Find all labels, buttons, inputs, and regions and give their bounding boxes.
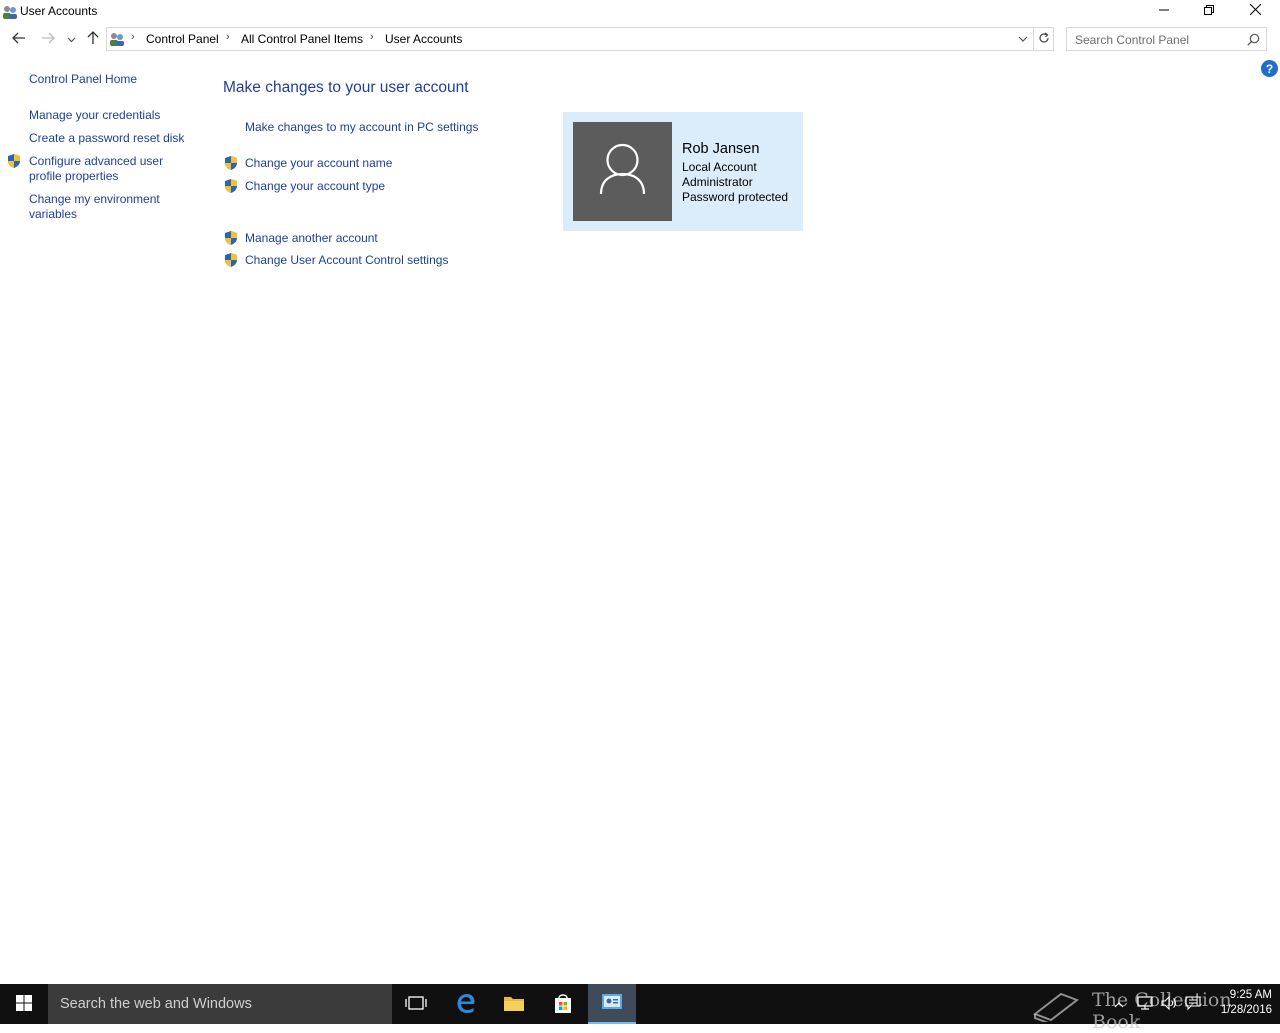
store-button[interactable]: [539, 984, 587, 1024]
manage-credentials-link[interactable]: Manage your credentials: [29, 108, 160, 123]
network-icon: [1137, 995, 1153, 1013]
windows-logo-icon: [16, 994, 32, 1014]
task-view-icon: [405, 995, 427, 1014]
taskbar-search-placeholder: Search the web and Windows: [60, 996, 252, 1012]
edge-button[interactable]: [442, 984, 490, 1024]
close-button[interactable]: [1232, 0, 1278, 22]
taskbar: Search the web and Windows The Collectio…: [0, 984, 1280, 1033]
window-title: User Accounts: [20, 4, 98, 18]
control-panel-icon: [109, 31, 127, 47]
help-icon[interactable]: ?: [1261, 60, 1278, 77]
search-placeholder: Search Control Panel: [1075, 33, 1190, 47]
navigation-bar: › Control Panel › All Control Panel Item…: [0, 26, 1280, 54]
account-type: Local Account: [682, 160, 757, 174]
restore-icon: [1204, 4, 1214, 18]
forward-arrow-icon: [41, 32, 55, 47]
clock-time: 9:25 AM: [1229, 989, 1272, 1001]
manage-another-account-link[interactable]: Manage another account: [245, 231, 378, 245]
refresh-button[interactable]: [1034, 27, 1054, 51]
title-bar: User Accounts: [0, 0, 1280, 24]
back-button[interactable]: [8, 28, 30, 50]
address-bar[interactable]: › Control Panel › All Control Panel Item…: [106, 27, 1034, 51]
minimize-icon: [1159, 4, 1169, 18]
address-dropdown-icon[interactable]: [1017, 33, 1029, 45]
back-arrow-icon: [12, 32, 26, 47]
account-name: Rob Jansen: [682, 141, 760, 157]
shield-icon: [223, 155, 239, 171]
breadcrumb-user-accounts[interactable]: User Accounts: [385, 32, 462, 46]
clock-date: 1/28/2016: [1220, 1004, 1272, 1016]
task-view-button[interactable]: [392, 984, 440, 1024]
forward-button[interactable]: [37, 28, 59, 50]
file-explorer-button[interactable]: [490, 984, 538, 1024]
folder-icon: [503, 994, 525, 1015]
password-reset-disk-link[interactable]: Create a password reset disk: [29, 131, 184, 146]
volume-tray-button[interactable]: [1158, 984, 1180, 1024]
environment-variables-link[interactable]: Change my environment variables: [29, 192, 179, 222]
breadcrumb-all-items[interactable]: All Control Panel Items: [241, 32, 363, 46]
chevron-down-icon: [67, 32, 76, 46]
network-tray-button[interactable]: [1134, 984, 1156, 1024]
edge-icon: [455, 992, 477, 1017]
store-bag-icon: [553, 992, 573, 1017]
start-button[interactable]: [0, 984, 48, 1024]
minimize-button[interactable]: [1141, 0, 1187, 22]
account-role: Administrator: [682, 175, 753, 189]
show-hidden-icons-button[interactable]: [1108, 984, 1130, 1024]
pc-settings-link[interactable]: Make changes to my account in PC setting…: [245, 120, 478, 134]
taskbar-clock[interactable]: 9:25 AM 1/28/2016: [1208, 988, 1272, 1018]
account-card: Rob Jansen Local Account Administrator P…: [563, 112, 803, 231]
account-status: Password protected: [682, 190, 789, 204]
shield-icon: [223, 178, 239, 194]
up-button[interactable]: [82, 28, 104, 50]
breadcrumb-separator: ›: [370, 31, 374, 43]
refresh-icon: [1038, 32, 1050, 47]
up-arrow-icon: [87, 30, 99, 48]
recent-locations-button[interactable]: [61, 28, 81, 50]
chevron-up-icon: [1114, 997, 1124, 1011]
page-title: Make changes to your user account: [223, 79, 469, 96]
close-icon: [1249, 3, 1261, 18]
breadcrumb-control-panel[interactable]: Control Panel: [146, 32, 219, 46]
search-control-panel-input[interactable]: Search Control Panel: [1066, 27, 1267, 51]
shield-icon: [223, 252, 239, 268]
taskbar-search-box[interactable]: Search the web and Windows: [48, 984, 392, 1024]
breadcrumb-separator: ›: [131, 31, 135, 43]
control-panel-home-link[interactable]: Control Panel Home: [29, 72, 137, 87]
users-icon: [2, 4, 18, 20]
control-panel-icon: [601, 993, 623, 1014]
uac-settings-link[interactable]: Change User Account Control settings: [245, 253, 448, 267]
breadcrumb-separator: ›: [226, 31, 230, 43]
change-account-type-link[interactable]: Change your account type: [245, 179, 385, 193]
control-panel-taskbar-button[interactable]: [588, 984, 636, 1024]
speaker-icon: [1161, 995, 1177, 1013]
shield-icon: [6, 153, 22, 169]
action-center-icon: [1185, 995, 1201, 1013]
advanced-profile-properties-link[interactable]: Configure advanced user profile properti…: [29, 154, 179, 184]
watermark-book-icon: [1028, 984, 1084, 1024]
restore-button[interactable]: [1186, 0, 1232, 22]
avatar: [573, 122, 672, 221]
search-icon[interactable]: [1247, 33, 1260, 46]
change-account-name-link[interactable]: Change your account name: [245, 156, 392, 170]
action-center-button[interactable]: [1182, 984, 1204, 1024]
shield-icon: [223, 230, 239, 246]
